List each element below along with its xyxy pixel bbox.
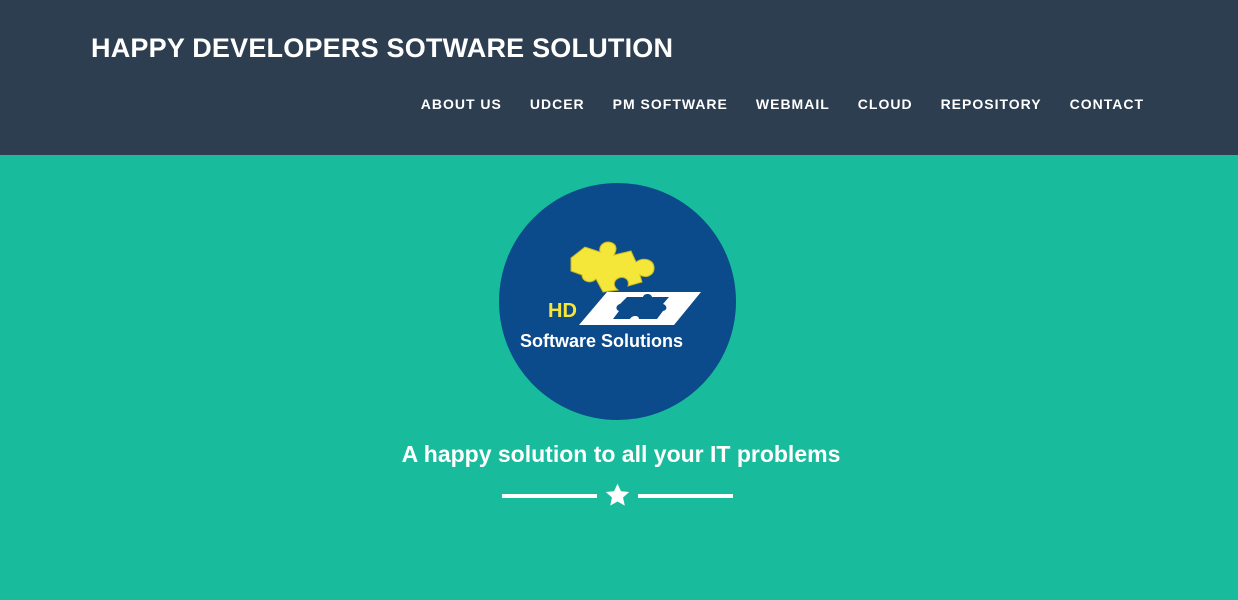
main-nav: ABOUT US UDCER PM SOFTWARE WEBMAIL CLOUD… (421, 95, 1144, 113)
nav-item-udcer: UDCER (502, 95, 585, 113)
star-icon (605, 483, 630, 506)
nav-item-repository: REPOSITORY (913, 95, 1042, 113)
nav-item-cloud: CLOUD (830, 95, 913, 113)
site-navbar: HAPPY DEVELOPERS SOTWARE SOLUTION ABOUT … (0, 0, 1238, 155)
hero-section: HD Software Solutions A happy solution t… (0, 155, 1238, 600)
company-logo: HD Software Solutions (499, 183, 736, 420)
nav-item-about-us: ABOUT US (421, 95, 502, 113)
nav-link-udcer[interactable]: UDCER (530, 95, 585, 113)
hero-tagline: A happy solution to all your IT problems (401, 441, 841, 467)
nav-link-about-us[interactable]: ABOUT US (421, 95, 502, 113)
nav-link-pm-software[interactable]: PM SOFTWARE (613, 95, 728, 113)
puzzle-piece-icon (570, 241, 655, 293)
nav-link-contact[interactable]: CONTACT (1070, 95, 1144, 113)
star-divider (502, 481, 733, 511)
divider-line-left (502, 494, 597, 498)
nav-link-webmail[interactable]: WEBMAIL (756, 95, 830, 113)
logo-initials: HD (548, 300, 577, 322)
nav-link-repository[interactable]: REPOSITORY (941, 95, 1042, 113)
nav-item-pm-software: PM SOFTWARE (585, 95, 728, 113)
brand-link[interactable]: HAPPY DEVELOPERS SOTWARE SOLUTION (91, 31, 673, 65)
logo-graphic: HD Software Solutions (520, 241, 701, 351)
logo-company-name: Software Solutions (520, 331, 683, 351)
nav-item-webmail: WEBMAIL (728, 95, 830, 113)
nav-link-cloud[interactable]: CLOUD (858, 95, 913, 113)
nav-item-contact: CONTACT (1042, 95, 1144, 113)
puzzle-board-icon (579, 292, 701, 325)
divider-line-right (638, 494, 733, 498)
